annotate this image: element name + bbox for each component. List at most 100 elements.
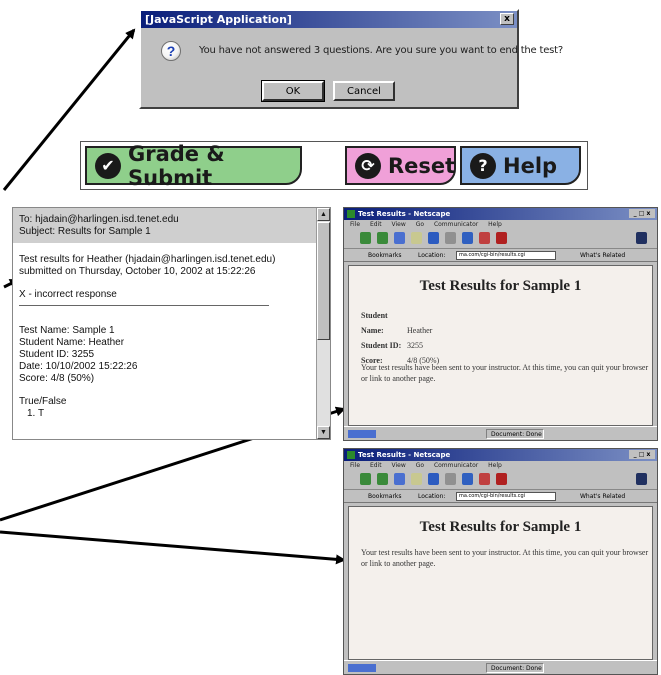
netscape-guide-icon[interactable]	[445, 473, 456, 485]
email-divider	[19, 305, 269, 306]
menu-bar: File Edit View Go Communicator Help	[344, 461, 657, 470]
menu-communicator[interactable]: Communicator	[434, 462, 478, 469]
email-scrollbar[interactable]: ▲ ▼	[316, 208, 330, 439]
page-title: Test Results for Sample 1	[419, 278, 582, 294]
menu-view[interactable]: View	[392, 221, 406, 228]
netscape-results-window: Test Results - Netscape _ □ x File Edit …	[343, 207, 658, 441]
stop-icon[interactable]	[496, 232, 507, 244]
grade-submit-button[interactable]: ✔ Grade & Submit	[85, 142, 302, 190]
forward-icon[interactable]	[377, 473, 388, 485]
reset-button[interactable]: ⟳ Reset	[345, 146, 456, 185]
print-icon[interactable]	[462, 473, 473, 485]
window-title: Test Results - Netscape	[358, 451, 451, 459]
menu-help[interactable]: Help	[488, 221, 502, 228]
location-bar: Bookmarks Location: ma.com/cgi-bin/resul…	[344, 249, 657, 262]
status-text: Document: Done	[486, 663, 544, 673]
email-subject: Subject: Results for Sample 1	[19, 226, 151, 237]
help-button[interactable]: ? Help	[460, 146, 581, 185]
url-field[interactable]: ma.com/cgi-bin/results.cgi	[456, 492, 556, 501]
menu-communicator[interactable]: Communicator	[434, 221, 478, 228]
netscape-icon	[347, 210, 355, 218]
email-section: True/False	[19, 396, 67, 407]
location-bar: Bookmarks Location: ma.com/cgi-bin/resul…	[344, 490, 657, 503]
navigation-toolbar	[344, 229, 657, 249]
location-label: Location:	[418, 493, 446, 500]
whats-related-button[interactable]: What's Related	[580, 490, 625, 503]
email-item: 1. T	[27, 408, 45, 419]
location-label: Location:	[418, 252, 446, 259]
netscape-titlebar: Test Results - Netscape _ □ x	[344, 208, 657, 220]
back-icon[interactable]	[360, 232, 371, 244]
back-icon[interactable]	[360, 473, 371, 485]
window-controls[interactable]: _ □ x	[629, 450, 655, 459]
menu-bar: File Edit View Go Communicator Help	[344, 220, 657, 229]
menu-help[interactable]: Help	[488, 462, 502, 469]
dialog-title: [JavaScript Application]	[145, 13, 292, 26]
email-body: Test results for Heather (hjadain@harlin…	[13, 243, 330, 420]
grade-submit-label: Grade & Submit	[128, 141, 225, 190]
results-note: Your test results have been sent to your…	[361, 363, 649, 383]
print-icon[interactable]	[462, 232, 473, 244]
stop-icon[interactable]	[496, 473, 507, 485]
url-field[interactable]: ma.com/cgi-bin/results.cgi	[456, 251, 556, 260]
security-icon[interactable]	[479, 473, 490, 485]
status-bar: Document: Done	[344, 426, 657, 440]
bookmarks-button[interactable]: Bookmarks	[368, 249, 402, 262]
refresh-icon: ⟳	[355, 152, 381, 179]
results-page: Test Results for Sample 1 Student Name: …	[348, 265, 653, 426]
email-date: Date: 10/10/2002 15:22:26	[19, 361, 138, 372]
student-info: Student Name: Heather Student ID: 3255 S…	[361, 308, 439, 368]
question-icon: ?	[470, 152, 496, 179]
results-page: Test Results for Sample 1 Your test resu…	[348, 506, 653, 660]
menu-file[interactable]: File	[350, 462, 360, 469]
netscape-guide-icon[interactable]	[445, 232, 456, 244]
cancel-button[interactable]: Cancel	[333, 81, 395, 101]
close-icon[interactable]: x	[500, 13, 514, 25]
security-lock-icon	[348, 664, 376, 672]
netscape-submitted-window: Test Results - Netscape _ □ x File Edit …	[343, 448, 658, 675]
student-name-label: Student Name:	[361, 311, 388, 335]
student-name-value: Heather	[407, 326, 433, 335]
check-icon: ✔	[95, 152, 121, 179]
menu-go[interactable]: Go	[416, 462, 424, 469]
menu-edit[interactable]: Edit	[370, 462, 382, 469]
home-icon[interactable]	[411, 473, 422, 485]
dialog-titlebar: [JavaScript Application] x	[141, 11, 517, 28]
home-icon[interactable]	[411, 232, 422, 244]
ok-button[interactable]: OK	[261, 80, 325, 102]
results-email: To: hjadain@harlingen.isd.tenet.edu Subj…	[12, 207, 331, 440]
email-student-name: Student Name: Heather	[19, 337, 125, 348]
status-bar: Document: Done	[344, 660, 657, 674]
arrow-to-reset-window	[0, 530, 346, 565]
netscape-logo-icon	[636, 232, 647, 244]
search-icon[interactable]	[428, 473, 439, 485]
email-test-name: Test Name: Sample 1	[19, 325, 115, 336]
student-id-value: 3255	[407, 341, 423, 350]
window-controls[interactable]: _ □ x	[629, 209, 655, 218]
netscape-logo-icon	[636, 473, 647, 485]
whats-related-button[interactable]: What's Related	[580, 249, 625, 262]
forward-icon[interactable]	[377, 232, 388, 244]
email-intro-line1: Test results for Heather (hjadain@harlin…	[19, 254, 276, 265]
bookmarks-button[interactable]: Bookmarks	[368, 490, 402, 503]
scroll-up-icon[interactable]: ▲	[317, 208, 330, 221]
menu-go[interactable]: Go	[416, 221, 424, 228]
menu-file[interactable]: File	[350, 221, 360, 228]
help-label: Help	[503, 153, 558, 178]
test-buttons-strip: ✔ Grade & Submit ⟳ Reset ? Help	[80, 141, 588, 190]
menu-edit[interactable]: Edit	[370, 221, 382, 228]
question-icon: ?	[161, 41, 181, 61]
dialog-message: You have not answered 3 questions. Are y…	[199, 45, 563, 56]
scroll-down-icon[interactable]: ▼	[317, 426, 330, 439]
scroll-thumb[interactable]	[317, 222, 330, 340]
netscape-icon	[347, 451, 355, 459]
email-student-id: Student ID: 3255	[19, 349, 95, 360]
security-icon[interactable]	[479, 232, 490, 244]
reload-icon[interactable]	[394, 473, 405, 485]
email-intro-line2: submitted on Thursday, October 10, 2002 …	[19, 266, 256, 277]
netscape-titlebar: Test Results - Netscape _ □ x	[344, 449, 657, 461]
reload-icon[interactable]	[394, 232, 405, 244]
email-header: To: hjadain@harlingen.isd.tenet.edu Subj…	[13, 208, 316, 243]
menu-view[interactable]: View	[392, 462, 406, 469]
search-icon[interactable]	[428, 232, 439, 244]
